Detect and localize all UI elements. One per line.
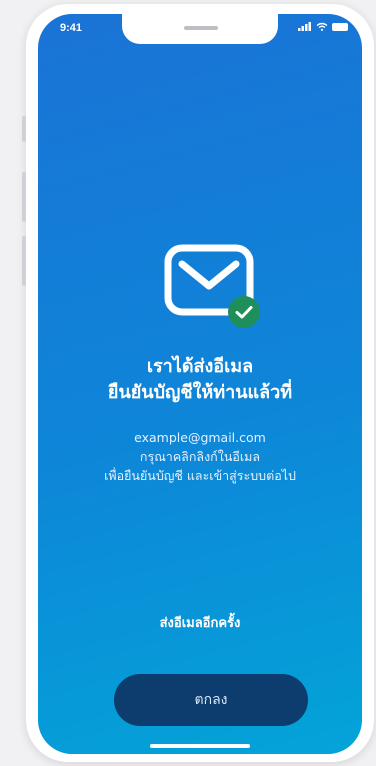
ok-button[interactable]: ตกลง [114, 674, 308, 726]
phone-notch [122, 14, 278, 44]
instruction-line2: เพื่อยืนยันบัญชี และเข้าสู่ระบบต่อไป [104, 468, 296, 483]
check-badge-icon [228, 296, 260, 328]
cellular-signal-icon [298, 22, 311, 31]
confirmation-title-line2: ยืนยันบัญชีให้ท่านแล้วที่ [107, 382, 293, 403]
phone-screen: 9:41 เราได้ส่งอีเมล ยืนยันบัญชีให้ท่านแล… [38, 14, 362, 754]
phone-volume-up [22, 172, 26, 222]
stage: 9:41 เราได้ส่งอีเมล ยืนยันบัญชีให้ท่านแล… [0, 0, 376, 766]
battery-icon [332, 22, 348, 31]
resend-email-link[interactable]: ส่งอีเมลอีกครั้ง [38, 612, 362, 633]
status-icons [298, 22, 348, 31]
wifi-icon [316, 22, 328, 31]
instruction-line1: กรุณาคลิกลิงก์ในอีเมล [139, 449, 261, 464]
phone-volume-down [22, 236, 26, 286]
home-indicator [150, 744, 250, 748]
status-time: 9:41 [60, 22, 83, 34]
phone-silent-switch [22, 116, 26, 142]
confirmation-title-line1: เราได้ส่งอีเมล [146, 356, 254, 377]
mail-sent-illustration [160, 240, 260, 330]
confirmation-email: example@gmail.com [134, 430, 266, 445]
speaker-grille [184, 26, 218, 30]
